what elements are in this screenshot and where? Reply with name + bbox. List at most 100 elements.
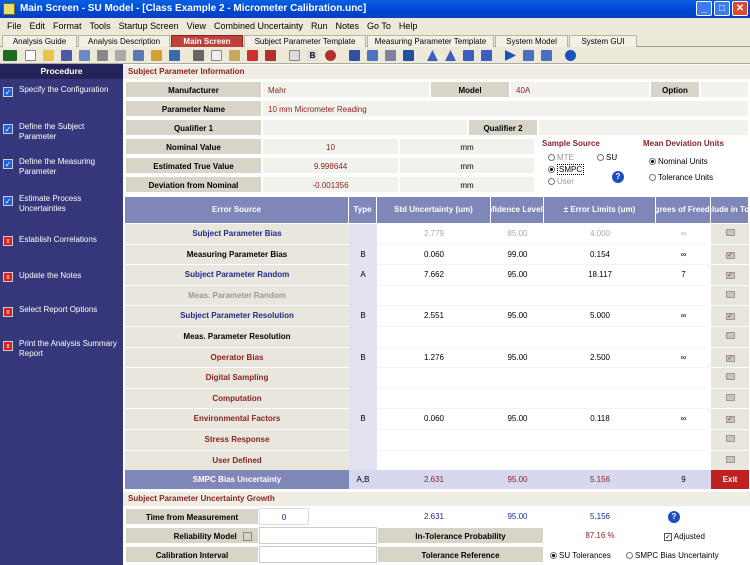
step-specify-configuration[interactable]: ✓ Specify the Configuration xyxy=(0,82,123,112)
cut-icon[interactable] xyxy=(193,50,204,61)
step-select-report-options[interactable]: x Select Report Options xyxy=(0,302,123,332)
font-size-icon[interactable] xyxy=(289,50,300,61)
include-checkbox[interactable]: ✓ xyxy=(711,244,749,266)
radio-su[interactable]: SU xyxy=(597,153,617,162)
menu-edit[interactable]: Edit xyxy=(26,21,50,31)
error-source-button[interactable]: User Defined xyxy=(125,450,349,472)
time-from-measurement-field[interactable]: 0 xyxy=(259,508,309,525)
tab-main-screen[interactable]: Main Screen xyxy=(171,35,243,47)
adjusted-checkbox[interactable]: ✓ Adjusted xyxy=(664,532,705,541)
step-establish-correlations[interactable]: x Establish Correlations xyxy=(0,231,123,261)
open-icon[interactable] xyxy=(43,50,54,61)
distribution-icon[interactable] xyxy=(367,50,378,61)
menu-notes[interactable]: Notes xyxy=(332,21,364,31)
reliability-model-field[interactable] xyxy=(259,527,377,544)
radio-su-tolerances[interactable]: SU Tolerances xyxy=(550,551,611,560)
menu-tools[interactable]: Tools xyxy=(86,21,115,31)
menu-startup-screen[interactable]: Startup Screen xyxy=(115,21,183,31)
tab-system-model[interactable]: System Model xyxy=(495,35,568,47)
menu-help[interactable]: Help xyxy=(395,21,422,31)
align-right-icon[interactable] xyxy=(481,50,492,61)
error-source-button[interactable]: Meas. Parameter Random xyxy=(125,285,349,307)
report-icon[interactable] xyxy=(133,50,144,61)
copy-icon[interactable] xyxy=(211,50,222,61)
graph-icon[interactable] xyxy=(385,50,396,61)
tab-system-gui[interactable]: System GUI xyxy=(569,35,637,47)
image-icon[interactable] xyxy=(403,50,414,61)
exit-toolbar-icon[interactable] xyxy=(3,50,17,61)
reliability-model-button[interactable] xyxy=(243,532,252,542)
qualifier-2-field[interactable] xyxy=(538,119,749,136)
tab-analysis-guide[interactable]: Analysis Guide xyxy=(2,35,77,47)
include-checkbox[interactable] xyxy=(711,368,749,389)
include-checkbox[interactable] xyxy=(711,327,749,348)
export-icon[interactable] xyxy=(151,50,162,61)
import-icon[interactable] xyxy=(169,50,180,61)
radio-smpc-bias-uncertainty[interactable]: SMPC Bias Uncertainty xyxy=(626,551,719,560)
help-toolbar-icon[interactable] xyxy=(565,50,576,61)
exit-button[interactable]: Exit xyxy=(711,470,749,489)
step-update-notes[interactable]: x Update the Notes xyxy=(0,267,123,297)
menu-file[interactable]: File xyxy=(3,21,26,31)
step-define-subject-parameter[interactable]: ✓ Define the Subject Parameter xyxy=(0,119,123,149)
triangle-alt-icon[interactable] xyxy=(445,50,456,61)
error-source-button[interactable]: Subject Parameter Bias xyxy=(125,224,349,245)
include-checkbox[interactable] xyxy=(711,285,749,307)
close-button[interactable]: ✕ xyxy=(732,1,748,16)
option-field[interactable] xyxy=(700,81,749,98)
radio-mte[interactable]: MTE xyxy=(548,153,574,162)
grid-icon[interactable] xyxy=(523,50,534,61)
error-source-button[interactable]: Subject Parameter Random xyxy=(125,265,349,286)
align-icon[interactable] xyxy=(463,50,474,61)
error-source-button[interactable]: Stress Response xyxy=(125,430,349,451)
include-checkbox[interactable]: ✓ xyxy=(711,306,749,327)
error-source-button[interactable]: Environmental Factors xyxy=(125,409,349,430)
nominal-value-field[interactable]: 10 xyxy=(262,138,399,155)
error-source-button[interactable]: Subject Parameter Resolution xyxy=(125,306,349,327)
error-source-button[interactable]: Measuring Parameter Bias xyxy=(125,244,349,266)
help-icon[interactable]: ? xyxy=(612,171,624,183)
include-checkbox[interactable] xyxy=(711,388,749,410)
manufacturer-field[interactable]: Mahr xyxy=(262,81,430,98)
step-estimate-uncertainties[interactable]: ✓ Estimate Process Uncertainties xyxy=(0,191,123,221)
error-source-button[interactable]: Operator Bias xyxy=(125,347,349,369)
menu-format[interactable]: Format xyxy=(49,21,86,31)
new-icon[interactable] xyxy=(25,50,36,61)
tab-measuring-parameter-template[interactable]: Measuring Parameter Template xyxy=(367,35,494,47)
save-all-icon[interactable] xyxy=(79,50,90,61)
print-icon[interactable] xyxy=(97,50,108,61)
help-icon[interactable]: ? xyxy=(668,511,680,523)
include-checkbox[interactable]: ✓ xyxy=(711,265,749,286)
triangle-icon[interactable] xyxy=(427,50,438,61)
menu-run[interactable]: Run xyxy=(307,21,332,31)
parameter-name-field[interactable]: 10 mm Micrometer Reading xyxy=(262,100,749,117)
paste-icon[interactable] xyxy=(229,50,240,61)
stop-icon[interactable] xyxy=(325,50,336,61)
delete-icon[interactable] xyxy=(247,50,258,61)
step-define-measuring-parameter[interactable]: ✓ Define the Measuring Parameter xyxy=(0,154,123,184)
play-icon[interactable] xyxy=(505,50,516,61)
error-source-button[interactable]: Meas. Parameter Resolution xyxy=(125,327,349,348)
list-icon[interactable] xyxy=(541,50,552,61)
minimize-button[interactable]: _ xyxy=(696,1,712,16)
maximize-button[interactable]: □ xyxy=(714,1,730,16)
error-source-button[interactable]: Digital Sampling xyxy=(125,368,349,389)
radio-smpc[interactable]: SMPC xyxy=(548,164,585,175)
save-icon[interactable] xyxy=(61,50,72,61)
include-checkbox[interactable] xyxy=(711,430,749,451)
include-checkbox[interactable]: ✓ xyxy=(711,347,749,369)
radio-tolerance-units[interactable]: Tolerance Units xyxy=(649,173,713,182)
menu-combined-uncertainty[interactable]: Combined Uncertainty xyxy=(210,21,307,31)
qualifier-1-field[interactable] xyxy=(262,119,468,136)
tab-analysis-description[interactable]: Analysis Description xyxy=(78,35,170,47)
chart-icon[interactable] xyxy=(349,50,360,61)
menu-view[interactable]: View xyxy=(183,21,210,31)
include-checkbox[interactable] xyxy=(711,224,749,245)
calibration-interval-field[interactable] xyxy=(259,546,377,563)
error-source-button[interactable]: Computation xyxy=(125,388,349,410)
model-field[interactable]: 40A xyxy=(510,81,650,98)
radio-user[interactable]: User xyxy=(548,177,574,186)
include-checkbox[interactable]: ✓ xyxy=(711,409,749,430)
step-print-summary-report[interactable]: x Print the Analysis Summary Report xyxy=(0,336,123,366)
flag-icon[interactable] xyxy=(265,50,276,61)
